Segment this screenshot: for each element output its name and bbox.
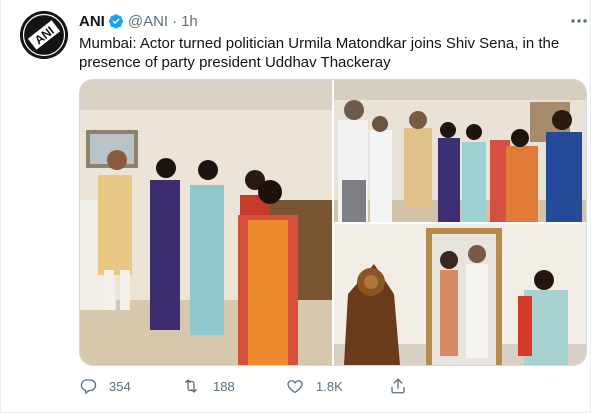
more-options-icon[interactable]	[568, 12, 590, 30]
share-icon	[391, 378, 405, 394]
photo-1[interactable]	[80, 80, 332, 365]
like-button[interactable]: 1.8K	[286, 377, 343, 395]
tweet-card[interactable]: ANI ANI @ANI · 1h Mumbai: Actor turned p…	[0, 0, 591, 413]
reply-icon	[80, 379, 97, 394]
retweet-button[interactable]: 188	[181, 377, 235, 395]
tweet-timestamp[interactable]: 1h	[181, 13, 198, 30]
author-handle[interactable]: @ANI	[128, 13, 168, 30]
tweet-header: ANI @ANI · 1h	[79, 12, 198, 30]
reply-count: 354	[109, 378, 131, 394]
like-count: 1.8K	[316, 378, 343, 394]
tweet-text: Mumbai: Actor turned politician Urmila M…	[79, 35, 560, 71]
separator-dot: ·	[172, 12, 178, 30]
avatar[interactable]: ANI	[20, 11, 68, 59]
photo-2[interactable]	[334, 80, 586, 222]
photo-3[interactable]	[334, 224, 586, 365]
author-name[interactable]: ANI	[79, 13, 105, 30]
tweet-actions: 354 188 1.8K	[79, 376, 519, 396]
retweet-count: 188	[213, 378, 235, 394]
heart-icon	[287, 380, 303, 394]
ani-logo: ANI	[20, 11, 68, 59]
reply-button[interactable]: 354	[79, 377, 131, 395]
verified-badge-icon	[108, 13, 124, 29]
share-button[interactable]	[389, 377, 419, 395]
retweet-icon	[185, 379, 197, 393]
media-grid	[79, 79, 587, 366]
